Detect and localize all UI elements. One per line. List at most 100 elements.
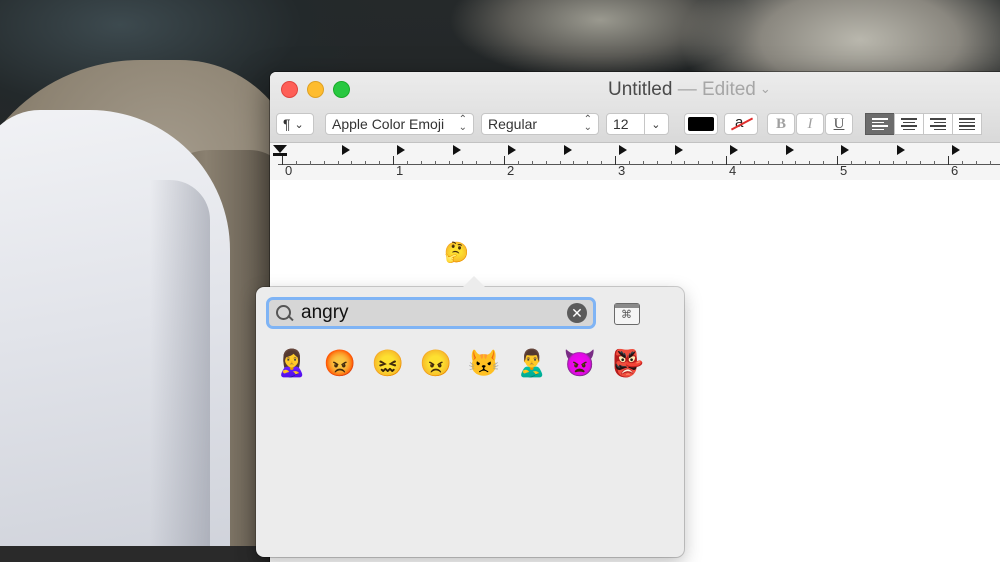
no-background-color-icon: a [728,114,754,131]
left-indent-marker[interactable] [273,153,287,156]
background-color-well[interactable]: a [724,113,758,135]
ruler-minor-tick [739,161,741,165]
emoji-result[interactable]: 👺 [604,343,652,383]
ruler-number: 4 [729,163,737,178]
ruler-number: 5 [840,163,848,178]
ruler-major-tick [282,156,283,165]
ruler-minor-tick [462,161,464,165]
ruler-minor-tick [420,161,422,165]
font-size-combo[interactable]: 12 ⌄ [606,113,669,135]
italic-button[interactable]: I [796,113,824,135]
font-family-label: Apple Color Emoji [332,116,445,132]
text-color-well[interactable] [684,113,718,135]
emoji-result[interactable]: 😖 [364,343,412,383]
align-left-icon [872,118,888,130]
tab-stop-marker[interactable] [619,145,627,155]
ruler-minor-tick [379,161,381,165]
tab-stop-marker[interactable] [952,145,960,155]
align-center-icon [901,118,917,130]
ruler[interactable]: 0 1 2 3 4 5 6 [270,143,1000,181]
font-style-label: Regular [488,116,538,132]
emoji-result[interactable]: 😠 [412,343,460,383]
tab-stop-marker[interactable] [508,145,516,155]
close-button[interactable] [281,81,298,98]
ruler-minor-tick [670,161,672,165]
emoji-result[interactable]: 👿 [556,343,604,383]
title-chevron-icon[interactable]: ⌄ [760,81,771,96]
tab-stop-marker[interactable] [341,145,350,155]
emoji-picker-popover: ✕ ⌘ 🙎‍♀️😡😖😠😾🙎‍♂️👿👺 [256,276,684,557]
emoji-result[interactable]: 🙎‍♂️ [508,343,556,383]
ruler-minor-tick [406,161,408,165]
ruler-minor-tick [490,161,492,165]
emoji-result[interactable]: 😾 [460,343,508,383]
ruler-minor-tick [684,161,686,165]
character-viewer-button[interactable]: ⌘ [614,303,640,325]
ruler-minor-tick [628,161,630,165]
emoji-result[interactable]: 😡 [316,343,364,383]
ruler-minor-tick [961,161,963,165]
wallpaper-cloth-shadow [150,180,210,546]
ruler-minor-tick [920,161,922,165]
ruler-number: 0 [285,163,293,178]
format-toolbar: ¶ ⌄ Apple Color Emoji ⌃ ⌄ Regular ⌃ ⌄ 12 ⌄… [270,108,1000,143]
emoji-search-field[interactable]: ✕ [266,297,596,329]
window-title[interactable]: Untitled — Edited ⌄ [608,79,771,101]
zoom-button[interactable] [333,81,350,98]
justify-button[interactable] [952,113,982,135]
bold-button[interactable]: B [767,113,795,135]
tab-stop-marker[interactable] [563,145,572,155]
tab-stop-marker[interactable] [452,145,461,155]
text-color-swatch [688,117,714,131]
minimize-button[interactable] [307,81,324,98]
align-left-button[interactable] [865,113,895,135]
clear-search-button[interactable]: ✕ [567,303,587,323]
ruler-minor-tick [934,161,936,165]
ruler-minor-tick [712,161,714,165]
paragraph-style-popup[interactable]: ¶ ⌄ [276,113,314,135]
tab-stop-marker[interactable] [841,145,849,155]
ruler-major-tick [837,156,838,165]
ruler-major-tick [393,156,394,165]
ruler-minor-tick [795,161,797,165]
ruler-minor-tick [448,161,450,165]
traffic-lights [281,81,350,98]
ruler-major-tick [615,156,616,165]
popover-arrow [462,276,486,288]
ruler-minor-tick [365,161,367,165]
ruler-major-tick [948,156,949,165]
ruler-minor-tick [850,161,852,165]
ruler-minor-tick [545,161,547,165]
align-right-icon [930,118,946,130]
tab-stop-marker[interactable] [674,145,683,155]
align-right-button[interactable] [923,113,953,135]
ruler-number: 2 [507,163,515,178]
ruler-minor-tick [656,161,658,165]
first-line-indent-marker[interactable] [273,145,287,153]
ruler-minor-tick [642,161,644,165]
underline-button[interactable]: U [825,113,853,135]
ruler-minor-tick [517,161,519,165]
ruler-number: 1 [396,163,404,178]
emoji-result[interactable]: 🙎‍♀️ [268,343,316,383]
ruler-minor-tick [975,161,977,165]
ruler-minor-tick [906,161,908,165]
ruler-minor-tick [587,161,589,165]
font-size-input[interactable]: 12 [607,114,644,134]
ruler-minor-tick [781,161,783,165]
tab-stop-marker[interactable] [730,145,738,155]
updown-arrows-icon: ⌃ ⌄ [458,114,467,133]
paragraph-icon: ¶ [283,116,291,132]
title-bar[interactable]: Untitled — Edited ⌄ [270,72,1000,108]
search-input[interactable] [301,302,551,324]
tab-stop-marker[interactable] [896,145,905,155]
chevron-down-icon[interactable]: ⌄ [644,114,668,134]
ruler-minor-tick [295,161,297,165]
align-center-button[interactable] [894,113,924,135]
font-family-popup[interactable]: Apple Color Emoji ⌃ ⌄ [325,113,474,135]
ruler-minor-tick [559,161,561,165]
tab-stop-marker[interactable] [785,145,794,155]
font-style-popup[interactable]: Regular ⌃ ⌄ [481,113,599,135]
ruler-minor-tick [601,161,603,165]
tab-stop-marker[interactable] [397,145,405,155]
